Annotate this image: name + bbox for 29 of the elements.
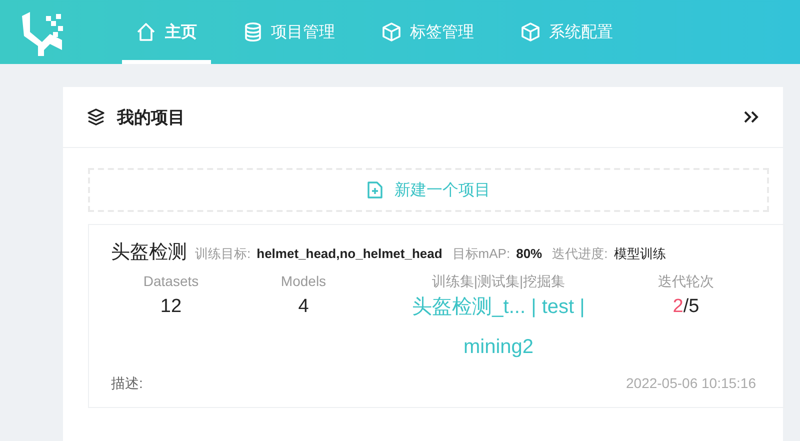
field-value: helmet_head,no_helmet_head (256, 246, 442, 261)
expand-icon[interactable] (743, 110, 759, 124)
created-time: 2022-05-06 10:15:16 (626, 375, 756, 393)
new-project-button[interactable]: 新建一个项目 (88, 168, 769, 212)
field-label: 目标mAP: (452, 245, 510, 263)
stat-label: 迭代轮次 (658, 272, 714, 291)
panel-title: 我的项目 (117, 106, 186, 128)
nav-tab[interactable]: 系统配置 (507, 0, 627, 64)
field-label: 训练目标: (195, 245, 251, 263)
stat-label: Datasets (143, 272, 199, 291)
database-icon (244, 22, 262, 42)
cube-icon (521, 22, 540, 42)
field-value: 模型训练 (614, 245, 666, 263)
home-icon (136, 22, 156, 42)
layers-icon (87, 108, 105, 126)
nav-tab[interactable]: 主页 (122, 0, 211, 64)
add-file-icon (366, 181, 382, 199)
iteration-count: 2/5 (672, 295, 700, 319)
project-name: 头盔检测 (111, 241, 187, 265)
stat-label: Models (280, 272, 326, 291)
description-label: 描述: (111, 375, 143, 393)
stat-value: 4 (298, 295, 309, 319)
project-card[interactable]: 头盔检测 训练目标: helmet_head,no_helmet_head 目标mAP: 80% 迭代进度: 模型训练 Datasets 12 Models 4 训练集|测试集|挖掘集 头盔检测_t... | test | mining2 迭代轮次 2/5 描述: 2022-05-06 10:15:16 (88, 224, 785, 408)
field-label: 迭代进度: (552, 245, 608, 263)
nav-tab[interactable]: 标签管理 (368, 0, 488, 64)
field-value: 80% (516, 246, 542, 261)
cube-icon (382, 22, 401, 42)
nav-tab[interactable]: 项目管理 (230, 0, 349, 64)
stat-value: 12 (160, 295, 182, 319)
